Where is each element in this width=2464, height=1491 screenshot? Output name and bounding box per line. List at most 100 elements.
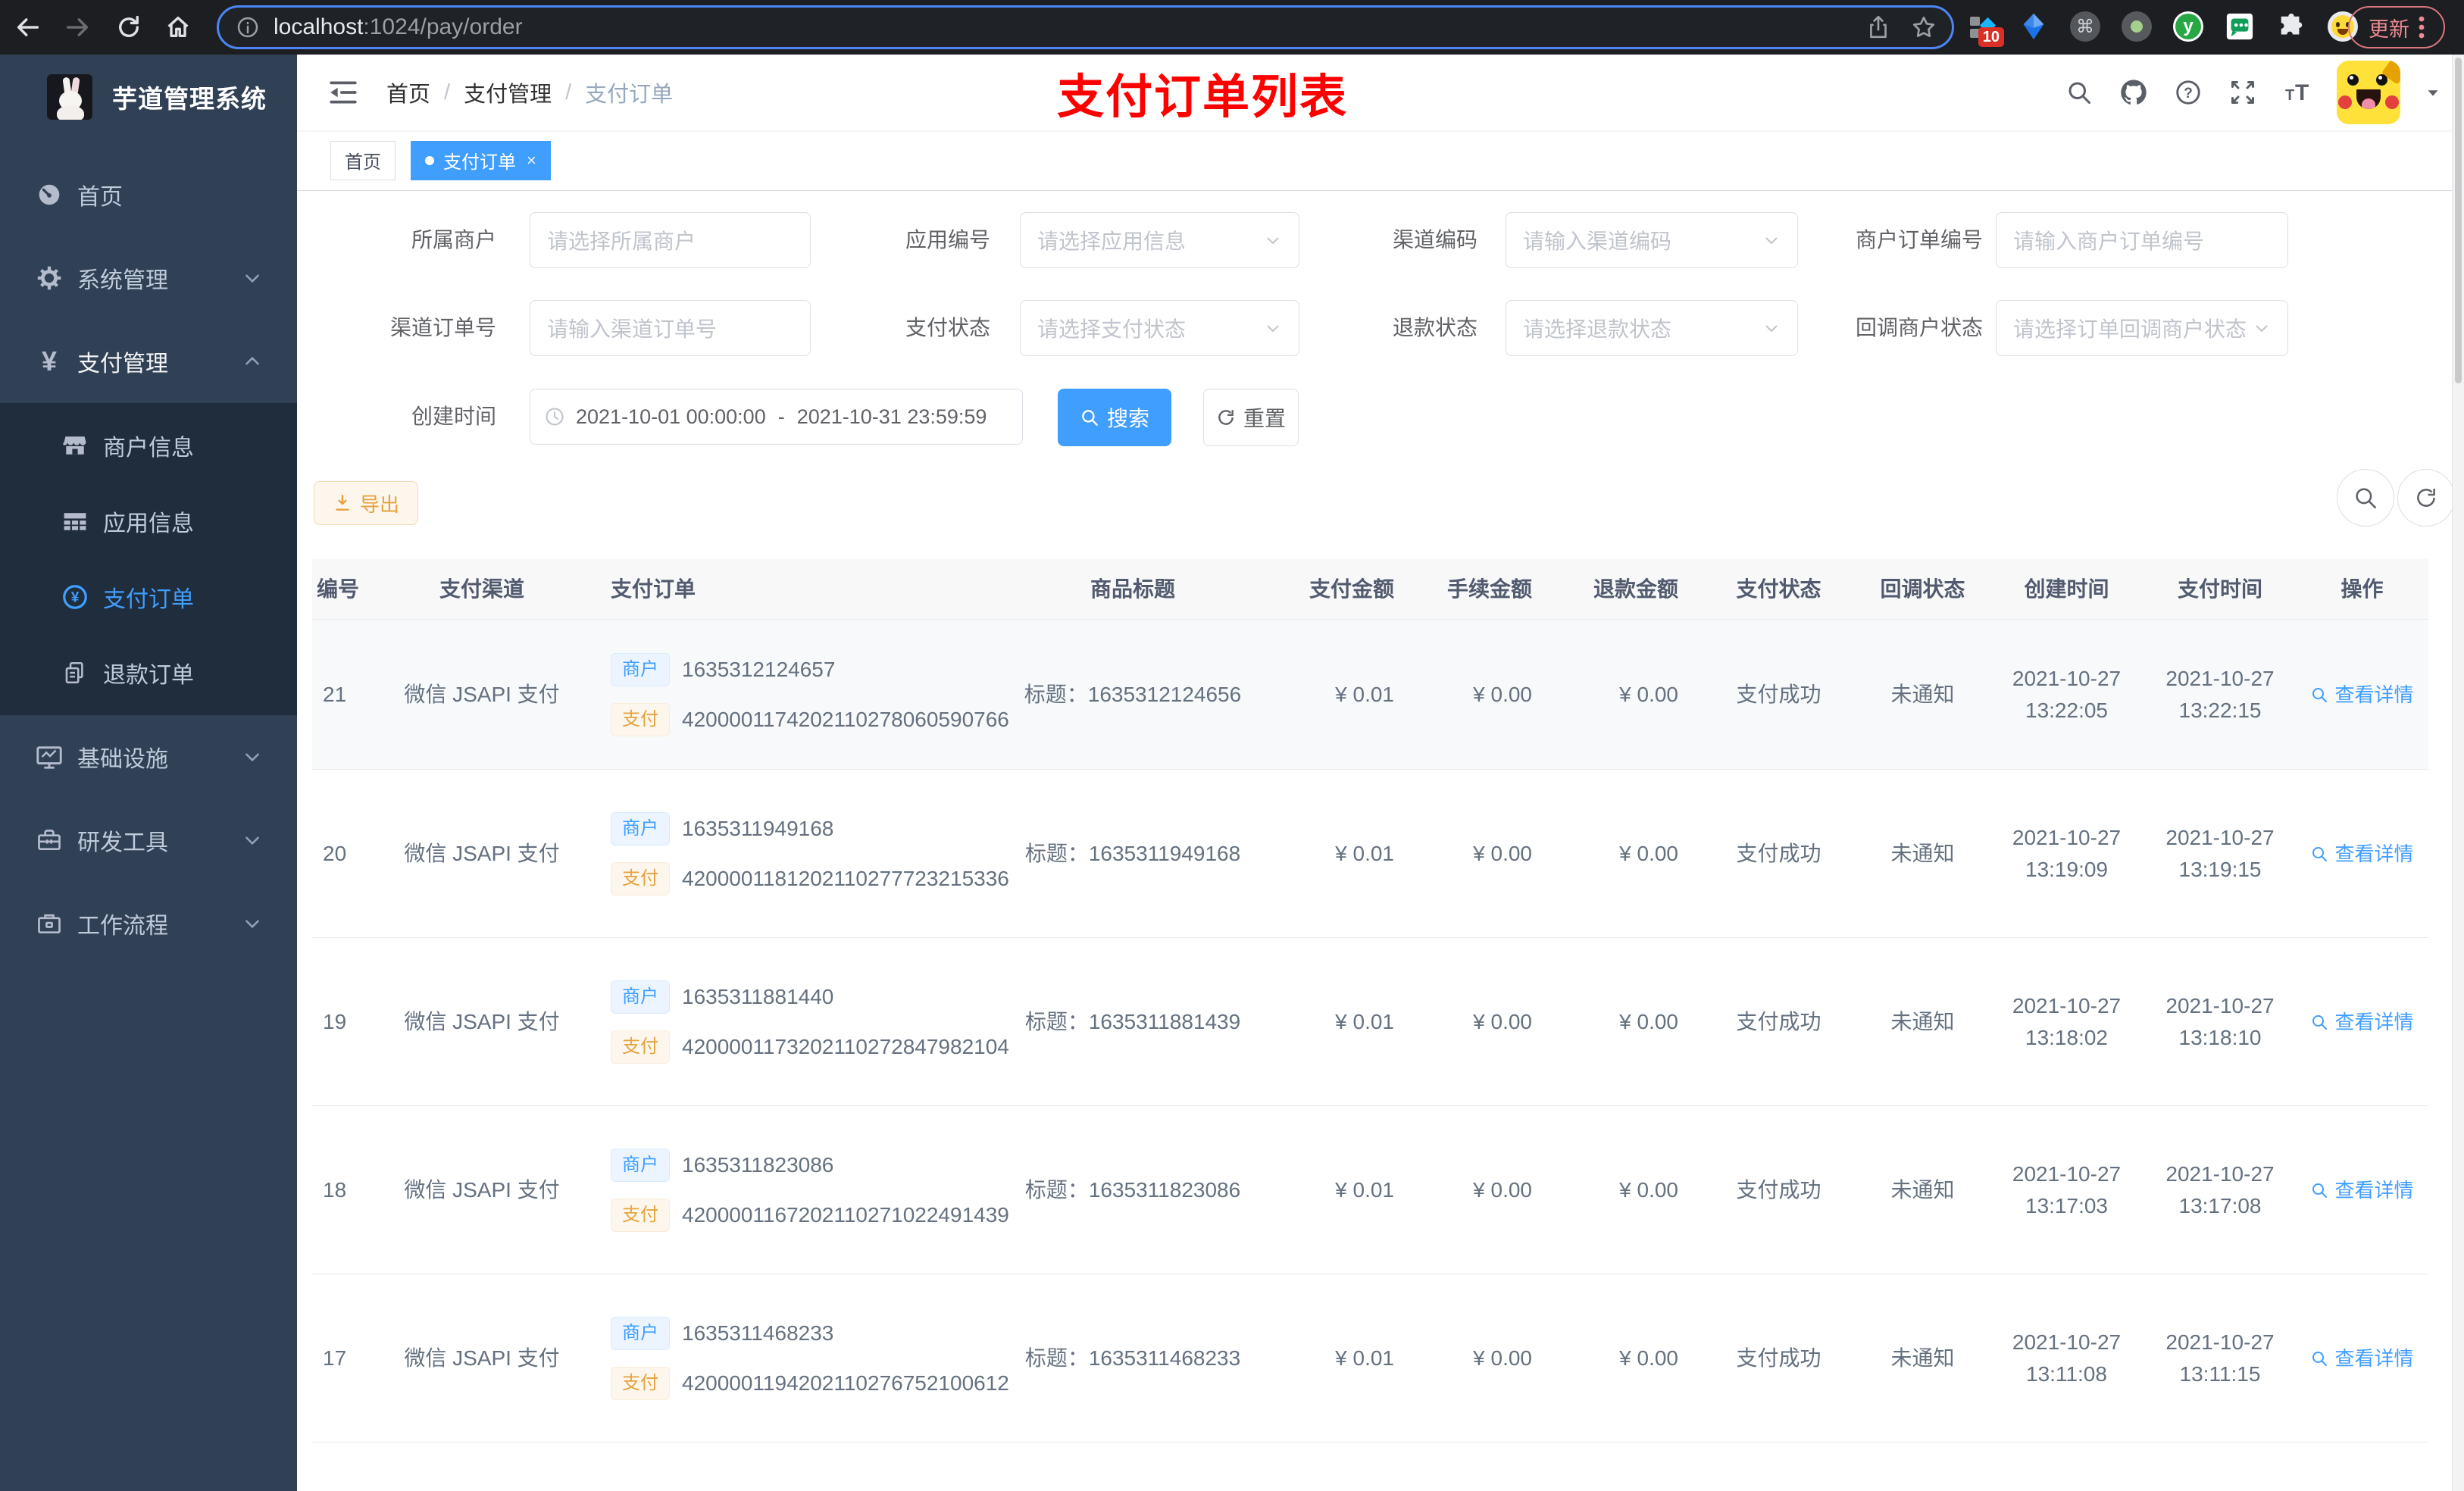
tab-pay-order[interactable]: 支付订单 ×: [411, 140, 551, 180]
sidebar-item-app-info[interactable]: 应用信息: [0, 483, 297, 559]
help-icon[interactable]: ?: [2173, 77, 2203, 108]
search-icon: [2356, 488, 2377, 509]
breadcrumb-home[interactable]: 首页: [386, 77, 430, 108]
header-search-icon[interactable]: [2064, 77, 2094, 108]
breadcrumb-pay-manage[interactable]: 支付管理: [464, 77, 552, 108]
address-bar[interactable]: localhost:1024/pay/order: [217, 5, 1954, 49]
filter-merchant-order-no-input[interactable]: 请输入商户订单编号: [1996, 212, 2288, 268]
extension-devtool-icon[interactable]: 10: [1966, 11, 2004, 47]
pay-order-no: 4200001173202110272847982104: [682, 1034, 1009, 1058]
view-detail-link[interactable]: 查看详情: [2310, 1174, 2414, 1206]
sidebar-item-pay[interactable]: ¥ 支付管理: [0, 320, 297, 403]
browser-forward-icon[interactable]: [61, 11, 94, 44]
filter-pay-status-select[interactable]: 请选择支付状态: [1020, 300, 1299, 356]
merchant-order-no: 1635311881440: [682, 984, 834, 1008]
cell-notify-status: 未通知: [1890, 841, 1955, 865]
cell-refund: ¥ 0.00: [1619, 682, 1678, 706]
cell-created-time: 2021-10-27 13:22:05: [2012, 666, 2122, 722]
extension-chat-icon[interactable]: [2224, 11, 2256, 42]
site-info-icon[interactable]: [236, 15, 260, 39]
sidebar-item-devtools[interactable]: 研发工具: [0, 799, 297, 882]
font-size-icon[interactable]: TT: [2282, 77, 2312, 108]
breadcrumb-pay-order: 支付订单: [585, 83, 674, 107]
cell-title: 标题：1635311823086: [1024, 1177, 1241, 1202]
extension-y-icon[interactable]: y: [2172, 11, 2204, 42]
hide-search-button[interactable]: [2337, 469, 2394, 527]
extension-record-icon[interactable]: [2121, 11, 2153, 42]
filter-channel-order-no-input[interactable]: 请输入渠道订单号: [530, 300, 811, 356]
extensions-bar: 10 ⌘ y: [1966, 11, 2359, 47]
sidebar-item-refund-order[interactable]: 退款订单: [0, 635, 297, 711]
github-icon[interactable]: [2118, 77, 2149, 108]
search-button[interactable]: 搜索: [1058, 389, 1171, 446]
cell-action: 查看详情: [2296, 1343, 2428, 1374]
avatar[interactable]: [2337, 61, 2400, 124]
chevron-up-icon: [242, 352, 262, 371]
cell-paid-time: 2021-10-27 13:22:15: [2165, 666, 2275, 722]
svg-text:T: T: [2295, 80, 2309, 105]
close-icon[interactable]: ×: [527, 152, 536, 169]
export-button[interactable]: 导出: [314, 481, 419, 525]
sidebar-item-pay-order[interactable]: ¥ 支付订单: [0, 559, 297, 635]
cell-fee: ¥ 0.00: [1473, 682, 1532, 706]
url-text[interactable]: localhost:1024/pay/order: [274, 14, 523, 40]
refresh-icon: [2417, 488, 2435, 507]
browser-menu-dots-icon: [2419, 16, 2425, 39]
sidebar-item-merchant-info[interactable]: 商户信息: [0, 408, 297, 483]
scrollbar-thumb[interactable]: [2455, 58, 2462, 383]
browser-reload-icon[interactable]: [112, 11, 145, 44]
reset-button[interactable]: 重置: [1203, 389, 1299, 446]
merchant-tag: 商户: [611, 980, 670, 1014]
cell-notify-status: 未通知: [1890, 1346, 1955, 1370]
browser-update-button[interactable]: 更新: [2348, 6, 2445, 48]
column-header: 支付渠道: [439, 577, 524, 601]
share-icon[interactable]: [1865, 14, 1891, 40]
filter-notify-status-select[interactable]: 请选择订单回调商户状态: [1996, 300, 2288, 356]
extension-badge: 10: [1978, 27, 2004, 47]
extension-command-icon[interactable]: ⌘: [2069, 11, 2101, 42]
cell-pay-order: 商户 1635311468233 支付 42000011942021102767521…: [576, 1316, 1009, 1400]
browser-back-icon[interactable]: [11, 11, 45, 44]
sidebar-item-system[interactable]: 系统管理: [0, 236, 297, 320]
filter-app-select[interactable]: 请选择应用信息: [1020, 212, 1299, 268]
extensions-puzzle-icon[interactable]: [2275, 11, 2307, 42]
view-detail-link[interactable]: 查看详情: [2310, 1006, 2414, 1038]
view-detail-link[interactable]: 查看详情: [2310, 679, 2414, 711]
bookmark-star-icon[interactable]: [1911, 14, 1937, 40]
browser-home-icon[interactable]: [161, 11, 195, 44]
sidebar-fold-icon[interactable]: [327, 77, 359, 108]
pay-tag: 支付: [611, 861, 670, 896]
cell-refund: ¥ 0.00: [1619, 841, 1678, 865]
create-time-range-picker[interactable]: 2021-10-01 00:00:00 - 2021-10-31 23:59:5…: [530, 389, 1023, 445]
extension-kite-icon[interactable]: [2018, 11, 2050, 42]
cell-refund: ¥ 0.00: [1619, 1177, 1678, 1202]
column-header: 商品标题: [1090, 577, 1175, 601]
pay-order-no: 4200001181202110277723215336: [682, 866, 1009, 890]
sidebar-item-infra[interactable]: 基础设施: [0, 715, 297, 799]
view-detail-link[interactable]: 查看详情: [2310, 1343, 2414, 1374]
yen-circle-icon: ¥: [59, 581, 91, 613]
cell-channel: 微信 JSAPI 支付: [404, 1177, 560, 1202]
app-logo[interactable]: 芋道管理系统: [0, 55, 297, 120]
cell-id: 19: [323, 1009, 347, 1033]
filter-merchant-select[interactable]: 请选择所属商户: [530, 212, 811, 268]
pay-tag: 支付: [611, 702, 670, 736]
sidebar-item-workflow[interactable]: 工作流程: [0, 882, 297, 965]
cell-id: 17: [323, 1346, 347, 1370]
tab-home[interactable]: 首页: [330, 140, 396, 180]
filter-label-pay-status: 支付状态: [905, 316, 990, 339]
fullscreen-icon[interactable]: [2228, 77, 2258, 108]
date-start-value[interactable]: 2021-10-01 00:00:00: [576, 405, 766, 429]
view-detail-link[interactable]: 查看详情: [2310, 838, 2414, 870]
chevron-down-icon: [242, 830, 262, 850]
date-end-value[interactable]: 2021-10-31 23:59:59: [797, 405, 987, 429]
filter-label-app: 应用编号: [905, 228, 990, 252]
caret-down-icon[interactable]: [2425, 84, 2441, 101]
cell-paid-time: 2021-10-27 13:19:15: [2165, 825, 2275, 881]
window-scrollbar[interactable]: [2452, 55, 2464, 1491]
merchant-order-no: 1635312124657: [682, 657, 836, 681]
merchant-order-line: 商户 1635311949168: [611, 811, 833, 846]
refresh-table-button[interactable]: [2397, 469, 2455, 527]
tags-view-bar: 首页 支付订单 ×: [297, 130, 2464, 191]
sidebar-item-home[interactable]: 首页: [0, 153, 297, 236]
